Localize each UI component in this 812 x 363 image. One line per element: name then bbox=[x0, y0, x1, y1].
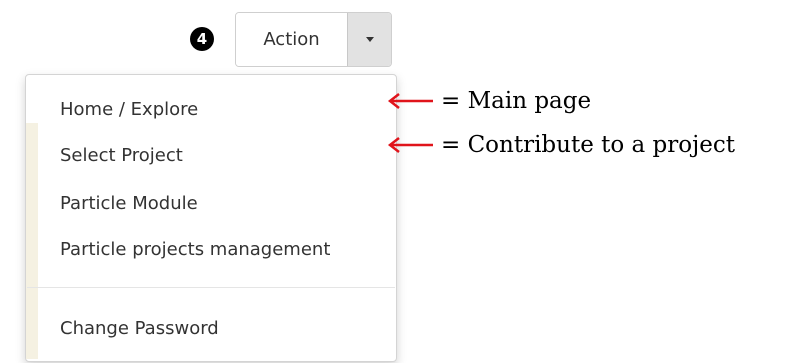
action-dropdown-menu: Home / Explore Select Project Particle M… bbox=[25, 74, 397, 362]
annotation-text: = Contribute to a project bbox=[441, 132, 735, 158]
left-arrow-icon bbox=[387, 93, 433, 109]
menu-item-change-password[interactable]: Change Password bbox=[60, 317, 219, 341]
annotation-contribute: = Contribute to a project bbox=[387, 132, 735, 158]
left-arrow-icon bbox=[387, 137, 433, 153]
annotation-text: = Main page bbox=[441, 88, 592, 114]
action-split-button: Action bbox=[235, 12, 392, 67]
menu-item-home-explore[interactable]: Home / Explore bbox=[60, 98, 198, 122]
background-page-strip bbox=[26, 123, 38, 359]
caret-down-icon bbox=[365, 37, 374, 42]
menu-item-select-project[interactable]: Select Project bbox=[60, 144, 183, 168]
annotation-main-page: = Main page bbox=[387, 88, 591, 114]
step-number-badge: 4 bbox=[190, 27, 214, 51]
dropdown-toggle-button[interactable] bbox=[347, 13, 391, 66]
menu-item-particle-projects-management[interactable]: Particle projects management bbox=[60, 238, 330, 262]
action-button[interactable]: Action bbox=[236, 13, 347, 66]
menu-item-particle-module[interactable]: Particle Module bbox=[60, 192, 198, 216]
menu-divider bbox=[27, 287, 395, 288]
